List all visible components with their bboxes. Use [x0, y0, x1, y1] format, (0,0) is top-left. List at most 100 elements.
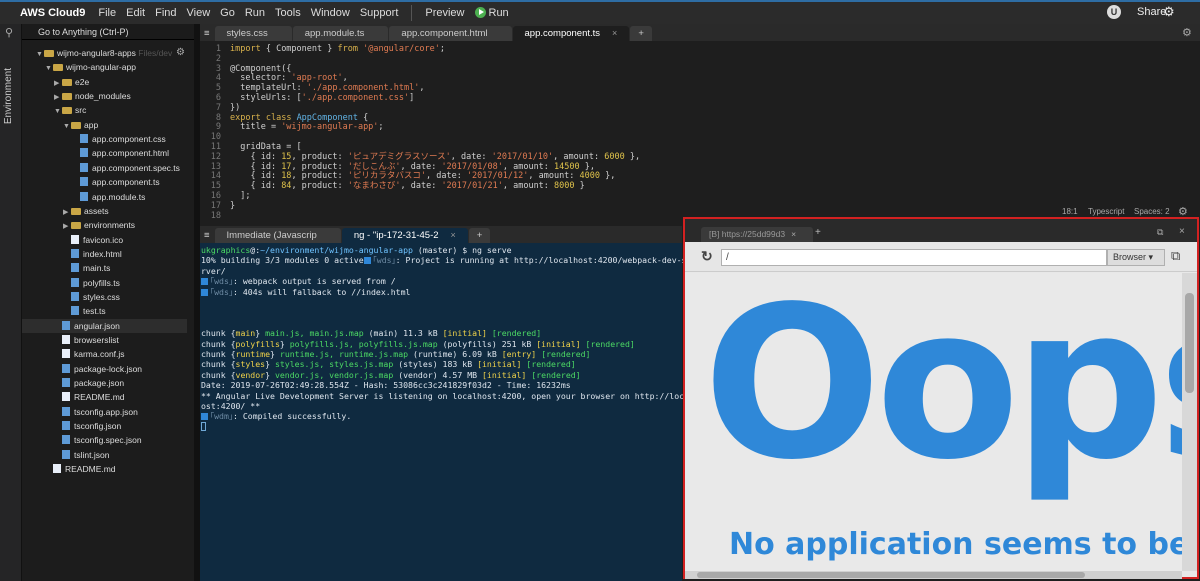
file-item[interactable]: angular.json [22, 318, 187, 333]
popout-icon[interactable]: ⧉ [1157, 227, 1163, 238]
folder-item[interactable]: ▼ wijmo-angular8-apps Files/dev ⚙ [22, 46, 187, 60]
file-item[interactable]: styles.css [22, 290, 187, 304]
terminal-line: ** Angular Live Development Server is li… [201, 390, 699, 401]
tab-label: ng - "ip-172-31-45-2 [353, 230, 439, 241]
tab-app-component-html[interactable]: app.component.html [389, 26, 512, 41]
menu-file[interactable]: File [93, 7, 121, 19]
gear-icon[interactable]: ⚙ [1163, 4, 1175, 20]
folder-item[interactable]: ▶ environments [22, 218, 187, 232]
tree-item-label: tslint.json [74, 449, 110, 460]
file-icon [62, 406, 70, 416]
file-item[interactable]: app.component.spec.ts [22, 161, 187, 175]
folder-item[interactable]: ▼ app [22, 118, 187, 132]
file-item[interactable]: package-lock.json [22, 362, 187, 376]
gear-icon[interactable]: ⚙ [1182, 26, 1192, 39]
tab-app-component-ts[interactable]: app.component.ts × [512, 26, 630, 41]
vertical-scrollbar[interactable] [1182, 273, 1197, 571]
file-item[interactable]: browserslist [22, 333, 187, 347]
menu-window[interactable]: Window [306, 7, 355, 19]
gear-icon[interactable]: ⚙ [176, 46, 185, 60]
scroll-thumb[interactable] [1185, 293, 1194, 393]
brand-logo[interactable]: AWS Cloud9 [0, 7, 93, 19]
tree-item-label: favicon.ico [83, 234, 124, 245]
search-icon[interactable]: ⚲ [5, 26, 13, 39]
folder-item[interactable]: ▼ src [22, 103, 187, 117]
file-item[interactable]: app.component.html [22, 146, 187, 160]
menu-view[interactable]: View [182, 7, 216, 19]
avatar[interactable]: U [1107, 5, 1121, 19]
code-line: styleUrls: ['./app.component.css'] [230, 93, 415, 103]
terminal-line: ost:4200/ ** [201, 401, 261, 411]
folder-item[interactable]: ▼ wijmo-angular-app [22, 60, 187, 74]
tree-item-label: app [84, 119, 99, 130]
preview-content: Oops No application seems to be [685, 273, 1182, 571]
folder-item[interactable]: ▶ assets [22, 204, 187, 218]
tree-item-label: assets [84, 205, 109, 216]
tab-app-module-ts[interactable]: app.module.ts [292, 26, 389, 41]
file-item[interactable]: index.html [22, 247, 187, 261]
share-button[interactable]: Share [1137, 6, 1166, 18]
file-item[interactable]: package.json [22, 376, 187, 390]
folder-icon [71, 207, 81, 215]
file-item[interactable]: polyfills.ts [22, 276, 187, 290]
file-item[interactable]: tsconfig.json [22, 419, 187, 433]
file-item[interactable]: main.ts [22, 261, 187, 275]
file-item[interactable]: test.ts [22, 304, 187, 318]
environment-tab[interactable]: Environment [3, 68, 14, 124]
file-item[interactable]: karma.conf.js [22, 347, 187, 361]
close-icon[interactable]: × [791, 229, 796, 239]
close-icon[interactable]: × [451, 230, 456, 240]
new-tab-button[interactable]: + [630, 26, 652, 41]
terminal-line: ｢wdm｣: Compiled successfully. [201, 411, 351, 421]
tab-menu-icon[interactable]: ≡ [200, 26, 214, 41]
terminal-output[interactable]: ukgraphics@:~/environment/wijmo-angular-… [200, 243, 699, 581]
preview-tab-bar: [B] https://25dd99d3 × + ⧉ × [685, 219, 1197, 242]
menu-tools[interactable]: Tools [270, 7, 306, 19]
tree-item-label: tsconfig.spec.json [74, 435, 142, 446]
tab-immediate[interactable]: Immediate (Javascrip [214, 228, 341, 243]
indent-setting[interactable]: Spaces: 2 [1134, 207, 1170, 216]
menu-find[interactable]: Find [150, 7, 181, 19]
tab-label: styles.css [226, 28, 268, 39]
menu-go[interactable]: Go [215, 7, 240, 19]
browser-select[interactable]: Browser ▾ [1107, 249, 1165, 266]
run-icon [474, 7, 486, 18]
file-item[interactable]: app.module.ts [22, 190, 187, 204]
menu-support[interactable]: Support [355, 7, 404, 19]
file-item[interactable]: README.md [22, 462, 187, 476]
close-icon[interactable]: × [612, 28, 617, 38]
folder-item[interactable]: ▶ e2e [22, 75, 187, 89]
terminal-line: chunk {polyfills} polyfills.js, polyfill… [201, 338, 635, 349]
new-tab-button[interactable]: + [815, 227, 821, 238]
menu-run[interactable]: Run [240, 7, 270, 19]
popout-icon[interactable]: ⧉ [1171, 248, 1180, 264]
file-item[interactable]: tsconfig.spec.json [22, 433, 187, 447]
url-input[interactable]: / [721, 249, 1107, 266]
tab-preview[interactable]: [B] https://25dd99d3 × [701, 227, 813, 242]
close-icon[interactable]: × [1179, 226, 1185, 237]
goto-anything-input[interactable]: Go to Anything (Ctrl-P) [22, 24, 194, 40]
file-item[interactable]: app.component.css [22, 132, 187, 146]
tab-styles-css[interactable]: styles.css [214, 26, 292, 41]
menu-edit[interactable]: Edit [121, 7, 150, 19]
line-gutter: 1 2 3 4 5 6 7 8 9 10 11 12 13 14 15 16 17 18 [200, 41, 224, 220]
language-mode[interactable]: Typescript [1088, 207, 1124, 216]
file-item[interactable]: favicon.ico [22, 233, 187, 247]
file-item[interactable]: app.component.ts [22, 175, 187, 189]
preview-button[interactable]: Preview [420, 7, 469, 19]
scroll-thumb[interactable] [697, 572, 1085, 578]
refresh-icon[interactable]: ↻ [701, 248, 713, 265]
file-item[interactable]: tsconfig.app.json [22, 405, 187, 419]
folder-item[interactable]: ▶ node_modules [22, 89, 187, 103]
tab-ng-terminal[interactable]: ng - "ip-172-31-45-2 × [341, 228, 468, 243]
file-item[interactable]: README.md [22, 390, 187, 404]
tab-menu-icon[interactable]: ≡ [200, 228, 214, 243]
new-tab-button[interactable]: + [468, 228, 491, 243]
run-button[interactable]: Run [470, 7, 514, 19]
file-item[interactable]: tslint.json [22, 448, 187, 462]
horizontal-scrollbar[interactable] [685, 571, 1182, 579]
tree-item-label: tsconfig.json [74, 421, 122, 432]
menu-bar: AWS Cloud9 File Edit Find View Go Run To… [0, 0, 1200, 24]
code-editor[interactable]: 1 2 3 4 5 6 7 8 9 10 11 12 13 14 15 16 17 18 import { Com… [200, 41, 1200, 220]
root-suffix: Files/dev [135, 48, 173, 58]
